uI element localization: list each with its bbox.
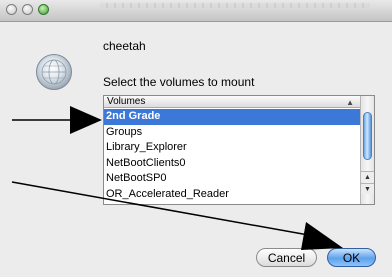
arrow-to-ok-button: [11, 181, 343, 250]
annotation-arrows: [11, 106, 343, 250]
arrow-to-selected-volume: [12, 106, 102, 134]
